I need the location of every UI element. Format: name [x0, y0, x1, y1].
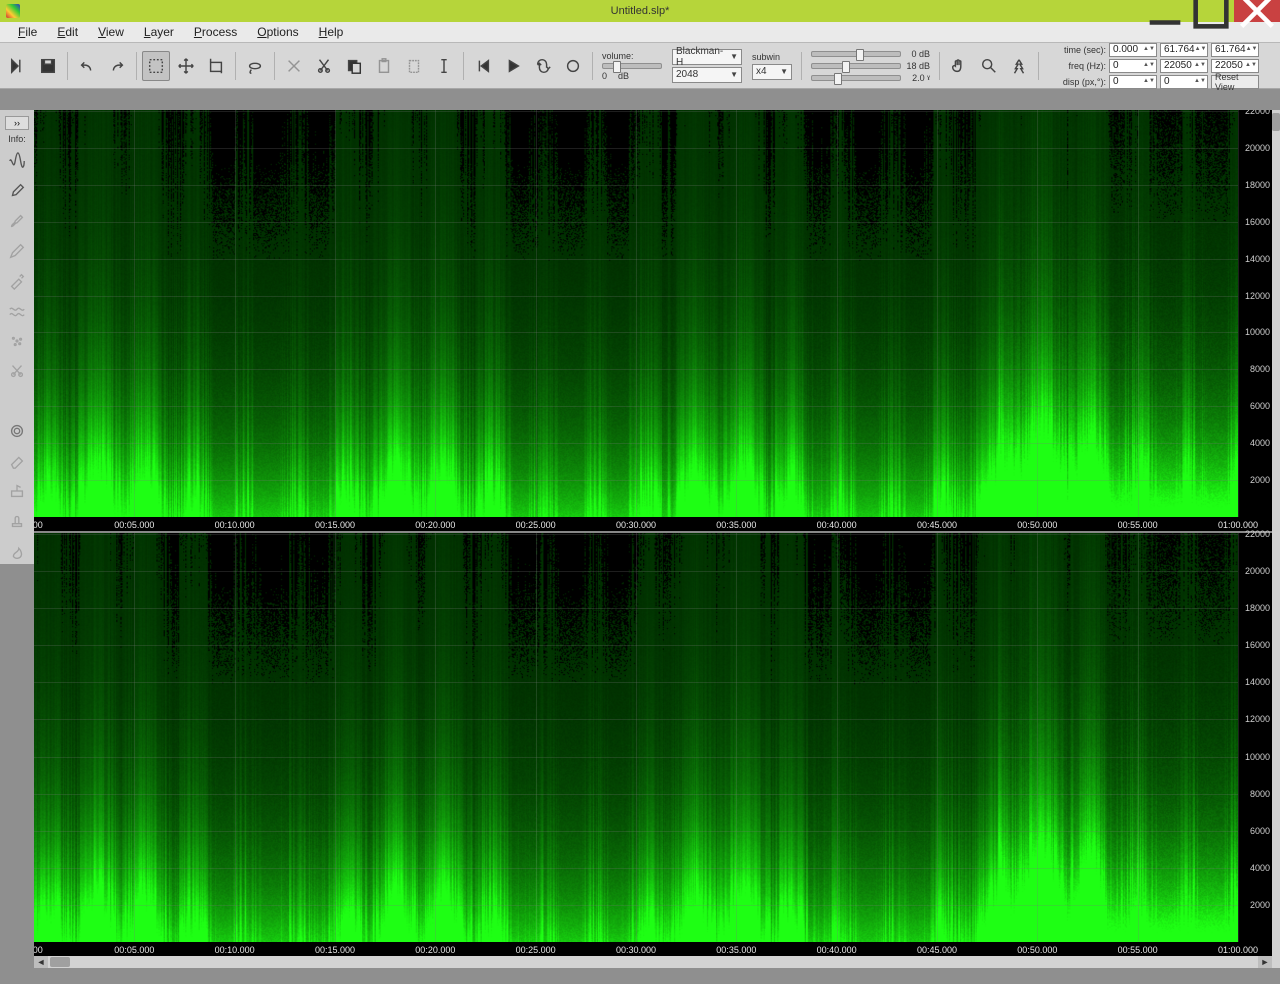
- menu-view[interactable]: View: [88, 22, 134, 43]
- freq-axis-left: 2200020000180001600014000120001000080006…: [1238, 110, 1272, 517]
- menu-help[interactable]: Help: [309, 22, 354, 43]
- volume-group: volume: 0 dB: [598, 51, 666, 81]
- lasso-button[interactable]: [241, 51, 269, 81]
- maximize-button[interactable]: [1188, 0, 1234, 22]
- range-slider[interactable]: [811, 63, 901, 69]
- reset-view-button[interactable]: Reset View: [1211, 75, 1259, 89]
- menu-process[interactable]: Process: [184, 22, 247, 43]
- smudge-icon[interactable]: [3, 538, 31, 564]
- menu-options[interactable]: Options: [247, 22, 308, 43]
- save-button[interactable]: [34, 51, 62, 81]
- pencil-icon[interactable]: [3, 238, 31, 264]
- paint-icon[interactable]: [3, 478, 31, 504]
- select-rect-button[interactable]: [142, 51, 170, 81]
- menubar: File Edit View Layer Process Options Hel…: [0, 22, 1280, 43]
- waveform-icon[interactable]: [3, 148, 31, 174]
- toolbar: volume: 0 dB Blackman-H▼ 2048▼ subwin x4…: [0, 43, 1280, 89]
- spectrogram-view[interactable]: 2200020000180001600014000120001000080006…: [34, 110, 1272, 956]
- channel-right[interactable]: 2200020000180001600014000120001000080006…: [34, 533, 1272, 956]
- minimize-button[interactable]: [1142, 0, 1188, 22]
- app-icon: [6, 4, 20, 18]
- spectro-canvas-left: [34, 110, 1238, 517]
- side-toolbar: ›› Info:: [0, 110, 34, 564]
- cursor-button[interactable]: [430, 51, 458, 81]
- stamp-icon[interactable]: [3, 508, 31, 534]
- play-button[interactable]: [499, 51, 527, 81]
- subwin-label: subwin: [752, 52, 780, 62]
- subwin-dropdown[interactable]: x4▼: [752, 64, 792, 80]
- volume-slider[interactable]: [602, 63, 662, 69]
- time-axis-right: .00000:05.00000:10.00000:15.00000:20.000…: [34, 942, 1238, 956]
- measure-tool-button[interactable]: [1005, 51, 1033, 81]
- to-start-button[interactable]: [469, 51, 497, 81]
- import-button[interactable]: [4, 51, 32, 81]
- paste-button[interactable]: [370, 51, 398, 81]
- freq-high-field[interactable]: 22050▲▼: [1160, 59, 1208, 73]
- window-title: Untitled.slp*: [611, 5, 670, 17]
- time-span-field[interactable]: 61.764▲▼: [1211, 43, 1259, 57]
- titlebar: Untitled.slp*: [0, 0, 1280, 22]
- circle-tool-icon[interactable]: [3, 418, 31, 444]
- eyedropper-icon[interactable]: [3, 178, 31, 204]
- delete-button[interactable]: [280, 51, 308, 81]
- wave-tool-icon[interactable]: [3, 298, 31, 324]
- zoom-tool-button[interactable]: [975, 51, 1003, 81]
- loop-button[interactable]: [529, 51, 557, 81]
- menu-layer[interactable]: Layer: [134, 22, 184, 43]
- channel-left[interactable]: 2200020000180001600014000120001000080006…: [34, 110, 1272, 533]
- vertical-scrollbar[interactable]: [1272, 110, 1280, 956]
- gamma-slider[interactable]: [811, 75, 901, 81]
- move-button[interactable]: [172, 51, 200, 81]
- spectro-canvas-right: [34, 533, 1238, 942]
- disp-y-field[interactable]: 0▲▼: [1160, 75, 1208, 89]
- menu-edit[interactable]: Edit: [47, 22, 88, 43]
- volume-value: 0: [602, 71, 607, 81]
- freq-low-field[interactable]: 0▲▼: [1109, 59, 1157, 73]
- brush-faded-icon[interactable]: [3, 208, 31, 234]
- scroll-right-button[interactable]: ►: [1258, 956, 1272, 968]
- eraser-icon[interactable]: [3, 448, 31, 474]
- record-button[interactable]: [559, 51, 587, 81]
- time-range-label: time (sec):: [1048, 45, 1106, 55]
- copy-button[interactable]: [340, 51, 368, 81]
- volume-label: volume:: [602, 51, 634, 61]
- time-axis-left: .00000:05.00000:10.00000:15.00000:20.000…: [34, 517, 1238, 531]
- window-function-dropdown[interactable]: Blackman-H▼: [672, 49, 742, 65]
- scroll-left-button[interactable]: ◄: [34, 956, 48, 968]
- scissors-icon[interactable]: [3, 358, 31, 384]
- freq-range-label: freq (Hz):: [1048, 61, 1106, 71]
- fft-size-dropdown[interactable]: 2048▼: [672, 67, 742, 83]
- time-start-field[interactable]: 0.000▲▼: [1109, 43, 1157, 57]
- label-faded: [3, 388, 31, 414]
- crop-button[interactable]: [202, 51, 230, 81]
- redo-button[interactable]: [103, 51, 131, 81]
- freq-span-field[interactable]: 22050▲▼: [1211, 59, 1259, 73]
- airbrush-icon[interactable]: [3, 268, 31, 294]
- mix-paste-button[interactable]: [400, 51, 428, 81]
- undo-button[interactable]: [73, 51, 101, 81]
- gain-slider[interactable]: [811, 51, 901, 57]
- disp-label: disp (px,°):: [1048, 77, 1106, 87]
- disp-x-field[interactable]: 0▲▼: [1109, 75, 1157, 89]
- time-end-field[interactable]: 61.764▲▼: [1160, 43, 1208, 57]
- spray-icon[interactable]: [3, 328, 31, 354]
- cut-button[interactable]: [310, 51, 338, 81]
- freq-axis-right: 2200020000180001600014000120001000080006…: [1238, 533, 1272, 942]
- menu-file[interactable]: File: [8, 22, 47, 43]
- horizontal-scrollbar[interactable]: ◄ ►: [34, 956, 1272, 968]
- expand-button[interactable]: ››: [5, 116, 29, 130]
- info-label: Info:: [8, 134, 26, 144]
- close-button[interactable]: [1234, 0, 1280, 22]
- hand-tool-button[interactable]: [945, 51, 973, 81]
